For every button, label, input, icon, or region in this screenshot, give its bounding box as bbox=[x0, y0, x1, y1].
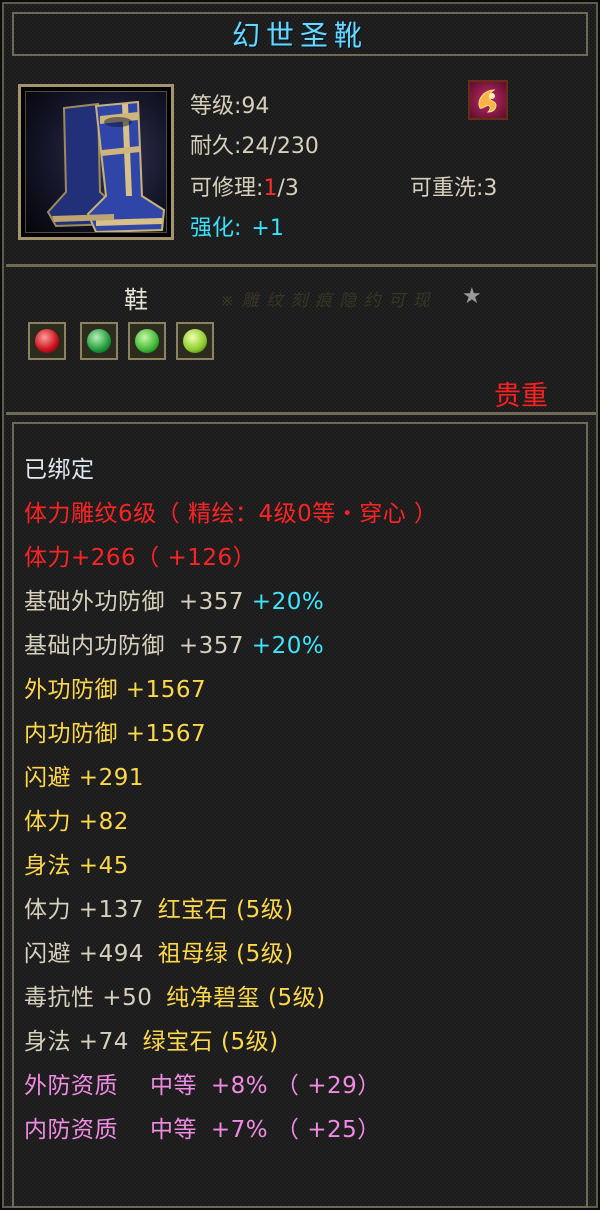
repair-count: 1 bbox=[263, 176, 278, 201]
gem-slot-peridot[interactable] bbox=[176, 322, 214, 360]
engraving-line: 体力雕纹6级（ 精绘：4级0等・穿心 ） bbox=[24, 501, 438, 527]
rewash-text: 可重洗:3 bbox=[410, 176, 498, 201]
peridot-gem-icon bbox=[183, 329, 207, 353]
crimson-rune-icon[interactable] bbox=[468, 80, 508, 120]
grey-star-icon: ★ bbox=[462, 284, 482, 309]
engrave-hint-text: ※ 雕 纹 刻 痕 隐 约 可 现 bbox=[220, 291, 431, 311]
gem-slot-emerald[interactable] bbox=[80, 322, 118, 360]
quality-line: 外防资质 中等 +8% （ +29） bbox=[24, 1073, 381, 1099]
ext-def-line: 外功防御 +1567 bbox=[24, 677, 207, 703]
quality-line: 内防资质 中等 +7% （ +25） bbox=[24, 1117, 381, 1143]
item-name: 幻世圣靴 bbox=[231, 19, 368, 52]
ruby-gem-icon bbox=[35, 329, 59, 353]
section-divider bbox=[6, 264, 596, 267]
agility-line: 身法 +45 bbox=[24, 853, 129, 879]
gem-stat-line: 毒抗性 +50 纯净碧玺 (5级) bbox=[24, 985, 326, 1011]
blue-gold-boots-icon bbox=[46, 100, 166, 232]
section-divider bbox=[6, 412, 596, 415]
bound-status: 已绑定 bbox=[24, 457, 95, 483]
gem-stat-line: 体力 +137 红宝石 (5级) bbox=[24, 897, 294, 923]
stamina-base-line: 体力+266（ +126） bbox=[24, 545, 257, 571]
title-bar: 幻世圣靴 bbox=[12, 12, 588, 56]
gem-stat-line: 闪避 +494 祖母绿 (5级) bbox=[24, 941, 294, 967]
enhance-value: +1 bbox=[251, 216, 284, 241]
basic-ext-def-line: 基础外功防御 +357 +20% bbox=[24, 589, 325, 615]
item-icon-frame[interactable] bbox=[18, 84, 174, 240]
item-info-section: 等级:94 耐久:24/230 可修理:1/3 可重洗:3 强化: +1 bbox=[12, 64, 588, 266]
basic-int-def-line: 基础内功防御 +357 +20% bbox=[24, 633, 325, 659]
int-def-line: 内功防御 +1567 bbox=[24, 721, 207, 747]
rarity-label: 贵重 bbox=[494, 381, 548, 412]
repair-text: 可修理:1/3 bbox=[190, 176, 299, 201]
durability-text: 耐久:24/230 bbox=[190, 134, 319, 159]
dodge-line: 闪避 +291 bbox=[24, 765, 144, 791]
item-tooltip: 幻世圣靴 等级:94 耐久:24/230 可修理:1/3 可重洗:3 强化: +… bbox=[2, 2, 598, 1208]
item-type: 鞋 bbox=[124, 286, 148, 314]
attribute-panel: 已绑定 体力雕纹6级（ 精绘：4级0等・穿心 ） 体力+266（ +126） 基… bbox=[12, 422, 588, 1208]
level-text: 等级:94 bbox=[190, 94, 270, 119]
emerald-gem-icon bbox=[87, 329, 111, 353]
gem-stat-line: 身法 +74 绿宝石 (5级) bbox=[24, 1029, 279, 1055]
stamina-line: 体力 +82 bbox=[24, 809, 129, 835]
jade-gem-icon bbox=[135, 329, 159, 353]
gem-slot-jade[interactable] bbox=[128, 322, 166, 360]
enhance-text: 强化: +1 bbox=[190, 216, 284, 241]
gem-slot-ruby[interactable] bbox=[28, 322, 66, 360]
